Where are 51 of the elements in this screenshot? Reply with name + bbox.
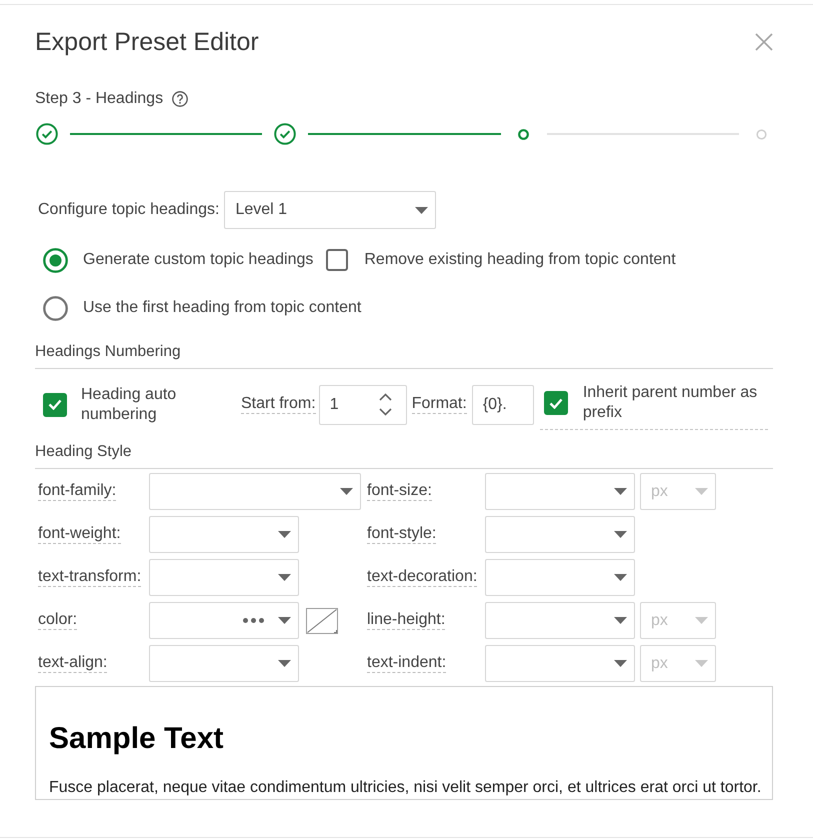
- caret-icon[interactable]: [614, 660, 627, 667]
- dropdown[interactable]: Level 1: [224, 191, 436, 229]
- section-heading: Heading Style: [35, 443, 132, 460]
- checkbox[interactable]: [544, 391, 568, 415]
- preview-text: Fusce placerat, neque vitae condimentum ultricies, nisi velit semper orci, et ultrices erat orci ut tortor.: [49, 778, 759, 798]
- checkbox-label[interactable]: Remove existing heading from topic content: [364, 251, 676, 269]
- field-label: color:: [38, 611, 78, 630]
- number-field[interactable]: 1: [318, 384, 407, 424]
- caret-icon[interactable]: [278, 617, 291, 624]
- field-label: font-size:: [367, 482, 432, 501]
- caret-icon[interactable]: [614, 617, 627, 624]
- field-label: text-decoration:: [367, 568, 478, 587]
- chevron-up-icon[interactable]: [378, 393, 392, 401]
- field-label: Format:: [412, 395, 467, 414]
- text-field[interactable]: {0}.: [472, 384, 534, 424]
- field-label: line-height:: [367, 611, 446, 630]
- caret-icon[interactable]: [278, 531, 291, 538]
- step-title: Step 3 - Headings: [35, 89, 164, 109]
- field-label: text-transform:: [38, 568, 142, 587]
- caret-icon[interactable]: [614, 574, 627, 581]
- field-label: text-indent:: [367, 654, 446, 673]
- radio-button[interactable]: [43, 296, 68, 320]
- radio-label[interactable]: Use the first heading from topic content: [83, 299, 362, 317]
- caret-icon[interactable]: [415, 206, 428, 214]
- ellipsis-icon[interactable]: [243, 618, 264, 623]
- caret-icon[interactable]: [614, 531, 627, 538]
- swatch-icon[interactable]: [306, 608, 338, 634]
- radio-button[interactable]: [43, 248, 68, 272]
- field-label: font-style:: [367, 525, 436, 544]
- checkmark-icon: [548, 398, 563, 408]
- caret-icon[interactable]: [278, 660, 291, 667]
- radio-label[interactable]: Generate custom topic headings: [83, 251, 314, 269]
- checkmark-icon: [48, 399, 62, 410]
- caret-icon[interactable]: [614, 488, 627, 495]
- section-heading: Headings Numbering: [35, 343, 181, 360]
- preview-heading: Sample Text: [49, 721, 225, 757]
- dialog-title: Export Preset Editor: [35, 27, 259, 57]
- checkbox-label[interactable]: Inherit parent number as prefix: [582, 383, 768, 423]
- field-label: Start from:: [241, 395, 316, 414]
- field-label: font-family:: [38, 482, 116, 501]
- checkbox[interactable]: [326, 249, 348, 271]
- caret-icon[interactable]: [340, 488, 353, 495]
- field-label: text-align:: [38, 654, 108, 673]
- help-icon[interactable]: [172, 91, 188, 107]
- checkbox[interactable]: [43, 392, 67, 416]
- field-label: Configure topic headings:: [38, 201, 220, 219]
- close-icon[interactable]: [755, 33, 773, 51]
- caret-icon[interactable]: [278, 574, 291, 581]
- chevron-down-icon[interactable]: [378, 408, 392, 416]
- field-label: font-weight:: [38, 525, 121, 544]
- checkbox-label[interactable]: Heading auto numbering: [81, 384, 231, 424]
